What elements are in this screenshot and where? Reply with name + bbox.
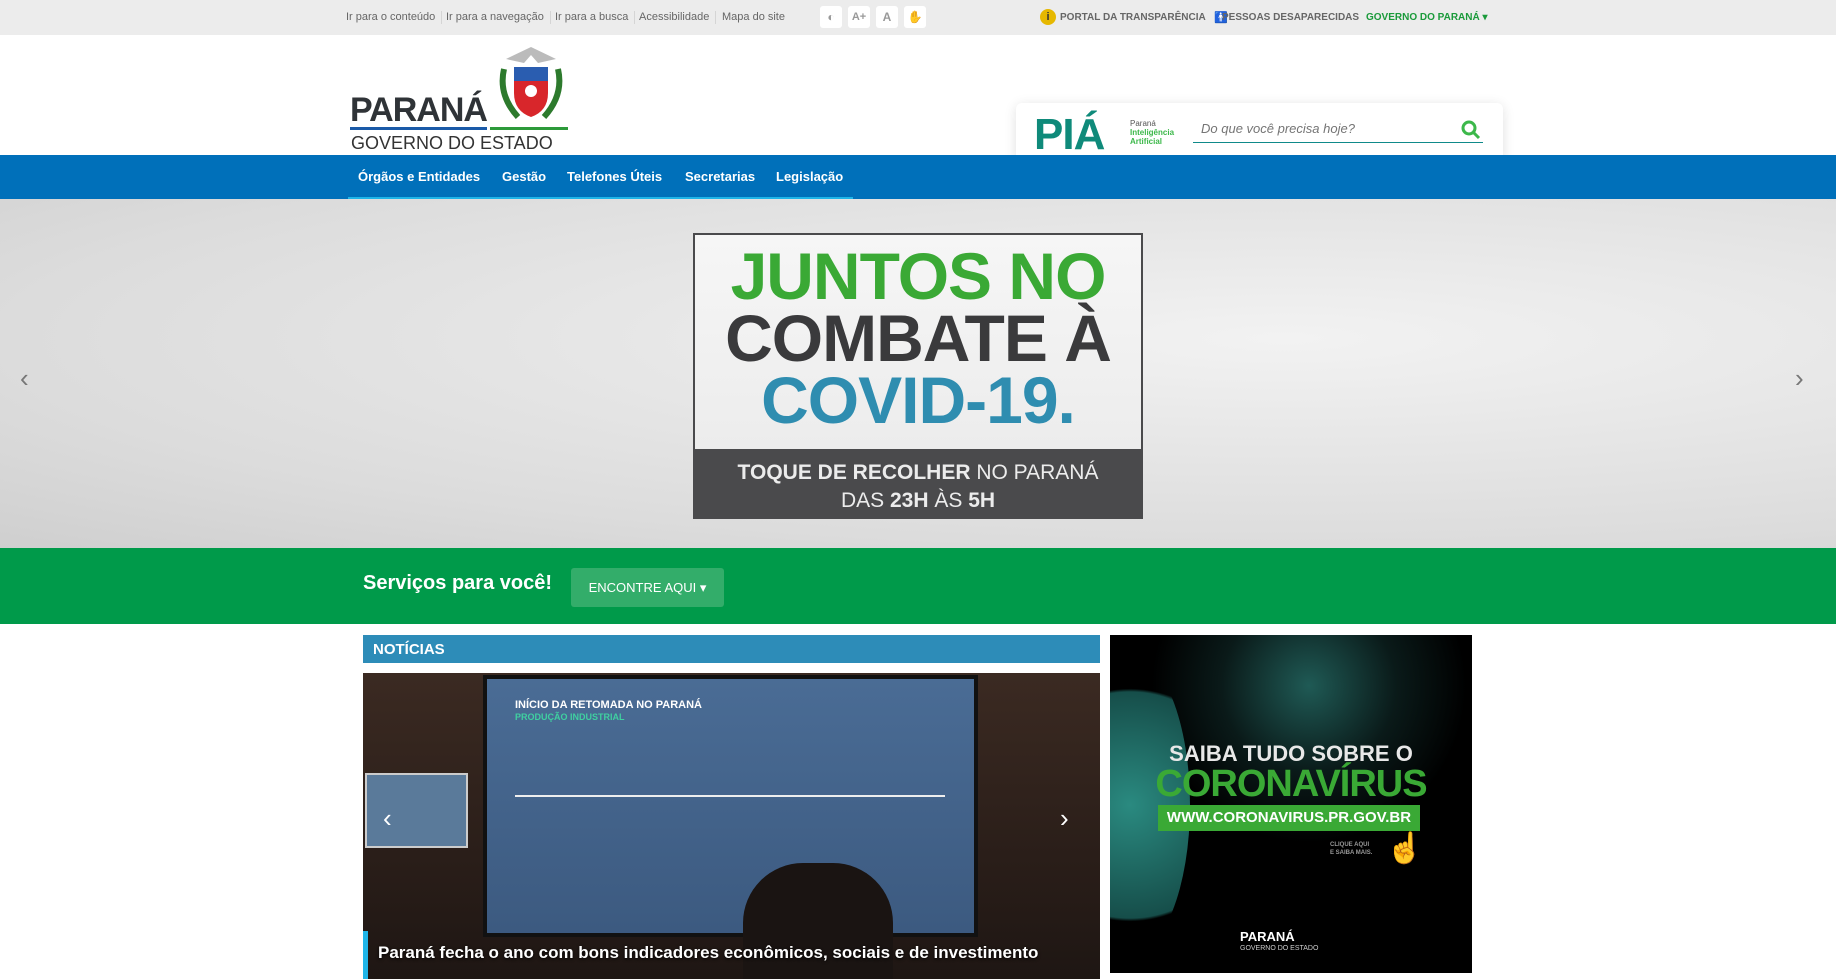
pia-line3: Artificial — [1130, 137, 1163, 146]
curfew-notice: TOQUE DE RECOLHER NO PARANÁ DAS 23H ÀS 5… — [695, 449, 1141, 517]
coat-of-arms-icon — [499, 47, 563, 120]
government-menu[interactable]: GOVERNO DO PARANÁ ▾ — [1366, 12, 1488, 23]
hero-carousel[interactable]: ‹ › JUNTOS NO COMBATE À COVID-19. TOQUE … — [0, 199, 1836, 548]
promo-url: WWW.CORONAVIRUS.PR.GOV.BR — [1158, 805, 1420, 831]
government-label: GOVERNO DO PARANÁ — [1366, 12, 1480, 23]
promo-line2: CORONAVÍRUS — [1155, 763, 1427, 805]
logo-subtitle: GOVERNO DO ESTADO — [351, 133, 553, 153]
news-headline-link[interactable]: Paraná fecha o ano com bons indicadores … — [378, 943, 1038, 963]
promo-cta: CLIQUE AQUI E SAIBA MAIS. — [1330, 841, 1372, 857]
sitemap-link[interactable]: Mapa do site — [716, 11, 791, 24]
libras-icon[interactable]: ✋ — [904, 6, 926, 28]
news-carousel[interactable]: INÍCIO DA RETOMADA NO PARANÁ PRODUÇÃO IN… — [363, 673, 1100, 979]
news-header: NOTÍCIAS — [363, 635, 1100, 663]
curfew-rest: NO PARANÁ — [970, 461, 1099, 484]
top-bar: Ir para o conteúdo Ir para a navegação I… — [0, 0, 1836, 35]
carousel-next-icon[interactable]: › — [1795, 363, 1804, 394]
default-font-button[interactable]: A — [876, 6, 898, 28]
search-input[interactable] — [1193, 115, 1483, 143]
nav-orgaos-entidades[interactable]: Órgãos e Entidades — [358, 169, 480, 184]
promo-logo-subtitle: GOVERNO DO ESTADO — [1240, 945, 1319, 952]
curfew-end: 5H — [968, 489, 996, 512]
news-prev-icon[interactable]: ‹ — [383, 803, 392, 834]
promo-cta2: E SAIBA MAIS. — [1330, 850, 1373, 856]
skip-to-search-link[interactable]: Ir para a busca — [549, 11, 636, 24]
curfew-as: ÀS — [928, 489, 969, 512]
banner-line2: COMBATE À — [725, 301, 1112, 375]
contrast-button[interactable]: ◐ — [820, 6, 842, 28]
find-services-button[interactable]: ENCONTRE AQUI ▾ — [571, 568, 724, 607]
screen-subtitle: PRODUÇÃO INDUSTRIAL — [515, 712, 625, 722]
pia-line2: Inteligência — [1130, 128, 1175, 137]
info-icon: i — [1040, 9, 1056, 25]
covid-banner[interactable]: JUNTOS NO COMBATE À COVID-19. TOQUE DE R… — [693, 233, 1143, 519]
services-title: Serviços para você! — [363, 572, 552, 594]
logo-green-rule — [490, 127, 568, 130]
carousel-prev-icon[interactable]: ‹ — [20, 363, 29, 394]
header: PARANÁ GOVERNO DO ESTADO PIÁ Paraná Inte… — [0, 35, 1836, 165]
caret-down-icon: ▾ — [1482, 12, 1488, 23]
nav-gestao[interactable]: Gestão — [502, 169, 546, 184]
screen-title: INÍCIO DA RETOMADA NO PARANÁ — [515, 699, 702, 711]
logo-blue-rule — [350, 127, 487, 130]
nav-legislacao[interactable]: Legislação — [776, 169, 843, 184]
increase-font-button[interactable]: A+ — [848, 6, 870, 28]
search-icon[interactable] — [1460, 119, 1482, 141]
caption-accent — [363, 931, 368, 979]
videoconference-screen — [365, 773, 468, 848]
nav-secretarias[interactable]: Secretarias — [685, 169, 755, 184]
skip-to-content-link[interactable]: Ir para o conteúdo — [340, 11, 443, 24]
missing-persons-link[interactable]: PESSOAS DESAPARECIDAS — [1222, 12, 1359, 23]
pointer-hand-icon: ☝ — [1386, 832, 1424, 865]
promo-cta1: CLIQUE AQUI — [1330, 842, 1370, 848]
promo-logo-title: PARANÁ — [1240, 929, 1295, 944]
news-photo-screen: INÍCIO DA RETOMADA NO PARANÁ PRODUÇÃO IN… — [483, 675, 978, 937]
transparency-portal-link[interactable]: PORTAL DA TRANSPARÊNCIA — [1060, 12, 1206, 23]
curfew-bold: TOQUE DE RECOLHER — [737, 461, 971, 484]
pia-line1: Paraná — [1130, 119, 1156, 128]
main-nav: Órgãos e Entidades Gestão Telefones Útei… — [0, 155, 1836, 199]
banner-line3: COVID-19. — [761, 363, 1076, 437]
accessibility-link[interactable]: Acessibilidade — [633, 11, 717, 24]
curfew-das: DAS — [840, 489, 890, 512]
logo-link[interactable]: PARANÁ GOVERNO DO ESTADO — [348, 45, 568, 153]
screen-chart-axis — [515, 795, 945, 797]
nav-telefones-uteis[interactable]: Telefones Úteis — [567, 169, 662, 184]
pia-tagline: Paraná Inteligência Artificial — [1130, 119, 1174, 146]
coronavirus-promo-banner[interactable]: SAIBA TUDO SOBRE O CORONAVÍRUS WWW.CORON… — [1110, 635, 1472, 973]
banner-line1: JUNTOS NO — [730, 239, 1107, 313]
find-services-label: ENCONTRE AQUI — [588, 579, 697, 595]
services-band: Serviços para você! ENCONTRE AQUI ▾ — [0, 548, 1836, 624]
skip-to-navigation-link[interactable]: Ir para a navegação — [440, 11, 551, 24]
news-next-icon[interactable]: › — [1060, 803, 1069, 834]
pia-logo: PIÁ — [1034, 110, 1105, 159]
curfew-start: 23H — [889, 489, 929, 512]
caret-down-icon: ▾ — [699, 579, 707, 595]
logo-title: PARANÁ — [350, 91, 488, 129]
